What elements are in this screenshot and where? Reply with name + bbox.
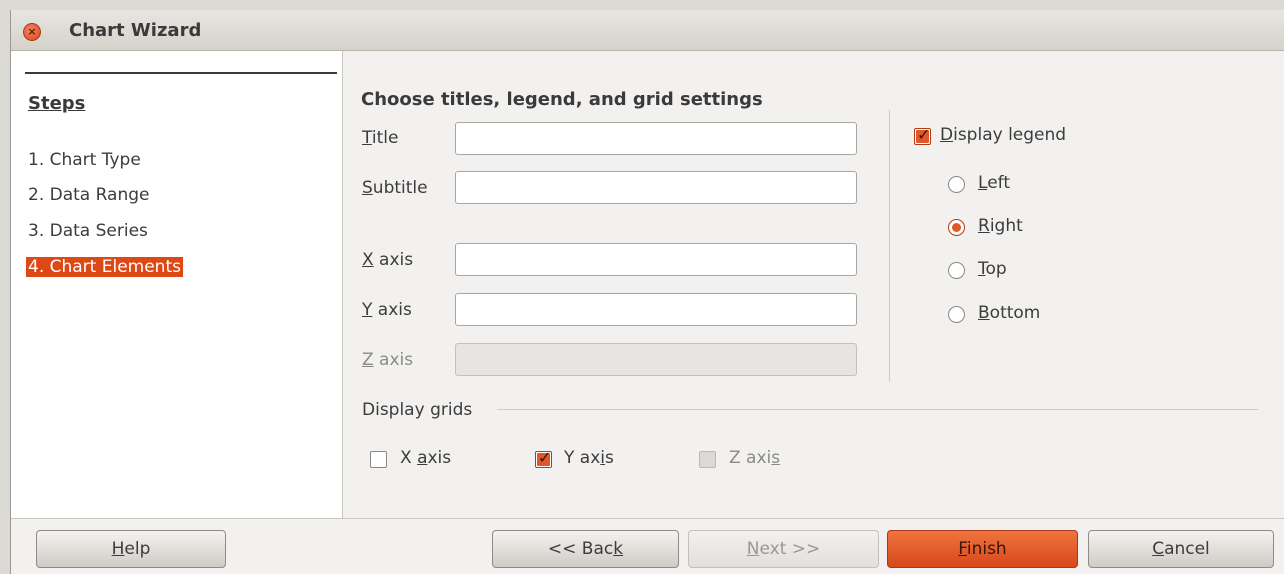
- y-axis-input[interactable]: [455, 293, 857, 326]
- checkmark-icon: ✓: [917, 125, 931, 144]
- step-chart-elements[interactable]: 4. Chart Elements: [26, 257, 183, 277]
- legend-bottom-radio[interactable]: [948, 306, 965, 323]
- finish-button[interactable]: Finish: [887, 530, 1078, 568]
- grid-y-axis-checkbox[interactable]: ✓: [535, 448, 552, 468]
- legend-left-label[interactable]: Left: [978, 173, 1010, 193]
- back-button[interactable]: << Back: [492, 530, 679, 568]
- grid-x-axis-label[interactable]: X axis: [400, 448, 451, 468]
- window-title: Chart Wizard: [69, 20, 202, 41]
- y-axis-label: Y axis: [362, 300, 412, 320]
- grids-divider: [497, 409, 1258, 410]
- chart-wizard-window: × Chart Wizard Steps 1. Chart Type 2. Da…: [10, 10, 1284, 574]
- grid-z-axis-checkbox: [699, 451, 716, 468]
- legend-right-label[interactable]: Right: [978, 216, 1023, 236]
- legend-right-radio[interactable]: [948, 219, 965, 236]
- button-bar-separator: [11, 518, 1284, 519]
- legend-bottom-label[interactable]: Bottom: [978, 303, 1040, 323]
- legend-left-radio[interactable]: [948, 176, 965, 193]
- grid-x-axis-checkbox[interactable]: [370, 451, 387, 468]
- display-legend-checkbox[interactable]: ✓: [914, 125, 931, 145]
- cancel-button[interactable]: Cancel: [1088, 530, 1274, 568]
- step-data-range[interactable]: 2. Data Range: [28, 185, 150, 205]
- x-axis-label: X axis: [362, 250, 414, 270]
- grid-y-axis-label[interactable]: Y axis: [564, 448, 614, 468]
- z-axis-input: [455, 343, 857, 376]
- legend-top-radio[interactable]: [948, 262, 965, 279]
- help-button[interactable]: Help: [36, 530, 226, 568]
- step-chart-type[interactable]: 1. Chart Type: [28, 150, 141, 170]
- legend-top-label[interactable]: Top: [978, 259, 1007, 279]
- title-label: Title: [362, 128, 399, 148]
- legend-separator: [889, 110, 890, 382]
- close-icon[interactable]: ×: [23, 23, 41, 41]
- content-title: Choose titles, legend, and grid settings: [361, 89, 763, 110]
- grid-z-axis-label: Z axis: [729, 448, 781, 468]
- x-axis-input[interactable]: [455, 243, 857, 276]
- title-input[interactable]: [455, 122, 857, 155]
- subtitle-input[interactable]: [455, 171, 857, 204]
- display-grids-label: Display grids: [362, 400, 473, 420]
- checkmark-icon: ✓: [538, 448, 552, 467]
- steps-divider: [25, 72, 337, 74]
- steps-heading: Steps: [28, 93, 86, 114]
- title-bar: × Chart Wizard: [11, 10, 1284, 51]
- next-button: Next >>: [688, 530, 879, 568]
- z-axis-label: Z axis: [362, 350, 414, 370]
- display-legend-label[interactable]: Display legend: [940, 125, 1066, 145]
- subtitle-label: Subtitle: [362, 178, 428, 198]
- steps-panel: Steps 1. Chart Type 2. Data Range 3. Dat…: [11, 51, 343, 518]
- step-data-series[interactable]: 3. Data Series: [28, 221, 148, 241]
